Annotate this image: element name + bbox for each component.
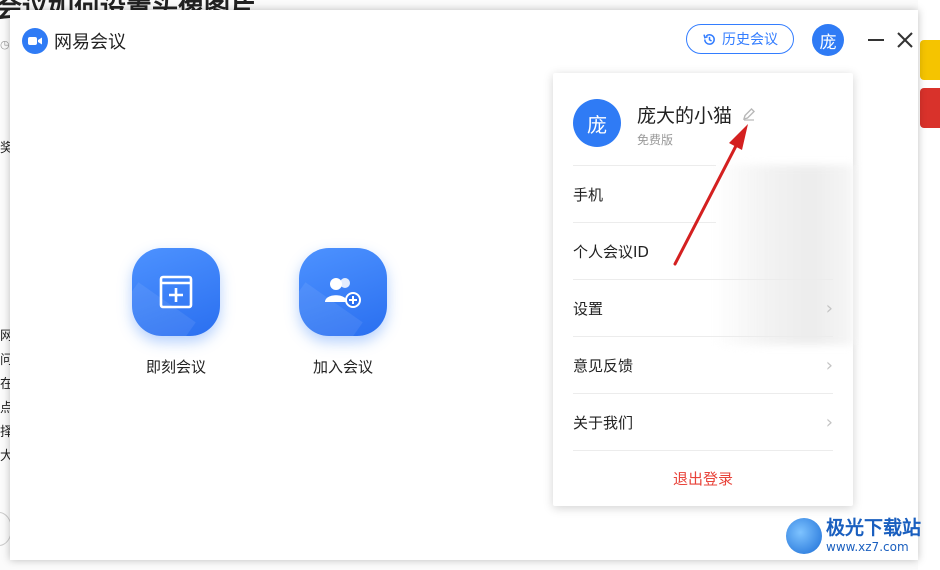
app-logo: 网易会议 xyxy=(22,28,126,54)
profile-row-phone: 手机 xyxy=(573,165,716,223)
profile-plan-badge: 免费版 xyxy=(637,133,674,147)
user-avatar[interactable]: 庞 xyxy=(812,24,844,56)
history-icon xyxy=(703,33,715,45)
chevron-right-icon: › xyxy=(825,355,833,376)
watermark-url: www.xz7.com xyxy=(826,540,909,554)
minimize-icon xyxy=(868,39,884,41)
profile-avatar[interactable]: 庞 xyxy=(573,99,621,147)
instant-meeting-tile[interactable] xyxy=(132,248,220,336)
profile-nickname: 庞大的小猫 xyxy=(637,105,733,127)
profile-dropdown: 庞 庞大的小猫 免费版 手机 个人会议ID 设置 › 意见反馈 › 关于我们 › xyxy=(553,73,853,506)
profile-row-label: 设置 xyxy=(573,300,604,318)
profile-row-settings[interactable]: 设置 › xyxy=(573,279,833,337)
chevron-right-icon: › xyxy=(825,412,833,433)
minimize-button[interactable] xyxy=(864,28,888,52)
history-meetings-button[interactable]: 历史会议 xyxy=(686,24,794,54)
instant-meeting-button[interactable]: 即刻会议 xyxy=(131,248,221,377)
app-name: 网易会议 xyxy=(54,32,126,53)
background-ad xyxy=(920,40,940,80)
new-meeting-icon xyxy=(159,275,193,309)
profile-row-feedback[interactable]: 意见反馈 › xyxy=(573,336,833,394)
app-window: 网易会议 历史会议 庞 即刻会议 加入会议 庞 庞大的小猫 免费版 手机 个人会… xyxy=(10,10,918,560)
profile-row-meeting-id: 个人会议ID xyxy=(573,222,716,280)
history-meetings-label: 历史会议 xyxy=(722,32,778,48)
watermark: 极光下载站 www.xz7.com xyxy=(786,518,921,554)
profile-row-label: 关于我们 xyxy=(573,414,634,432)
watermark-logo xyxy=(786,518,822,554)
profile-row-label: 意见反馈 xyxy=(573,357,634,375)
profile-row-about[interactable]: 关于我们 › xyxy=(573,393,833,451)
divider xyxy=(573,450,833,451)
join-meeting-label: 加入会议 xyxy=(312,358,373,376)
profile-row-label: 个人会议ID xyxy=(573,243,649,261)
background-right-column xyxy=(918,0,940,570)
edit-pencil-icon[interactable] xyxy=(742,106,756,125)
close-icon xyxy=(897,32,913,48)
logout-button[interactable]: 退出登录 xyxy=(553,468,853,489)
close-button[interactable] xyxy=(893,28,917,52)
instant-meeting-label: 即刻会议 xyxy=(145,358,206,376)
profile-row-label: 手机 xyxy=(573,186,604,204)
join-meeting-tile[interactable] xyxy=(299,248,387,336)
background-ad xyxy=(920,88,940,128)
join-meeting-button[interactable]: 加入会议 xyxy=(298,248,388,377)
video-camera-icon xyxy=(22,28,48,54)
chevron-right-icon: › xyxy=(825,298,833,319)
watermark-name: 极光下载站 xyxy=(826,517,922,539)
join-meeting-icon xyxy=(325,278,361,308)
